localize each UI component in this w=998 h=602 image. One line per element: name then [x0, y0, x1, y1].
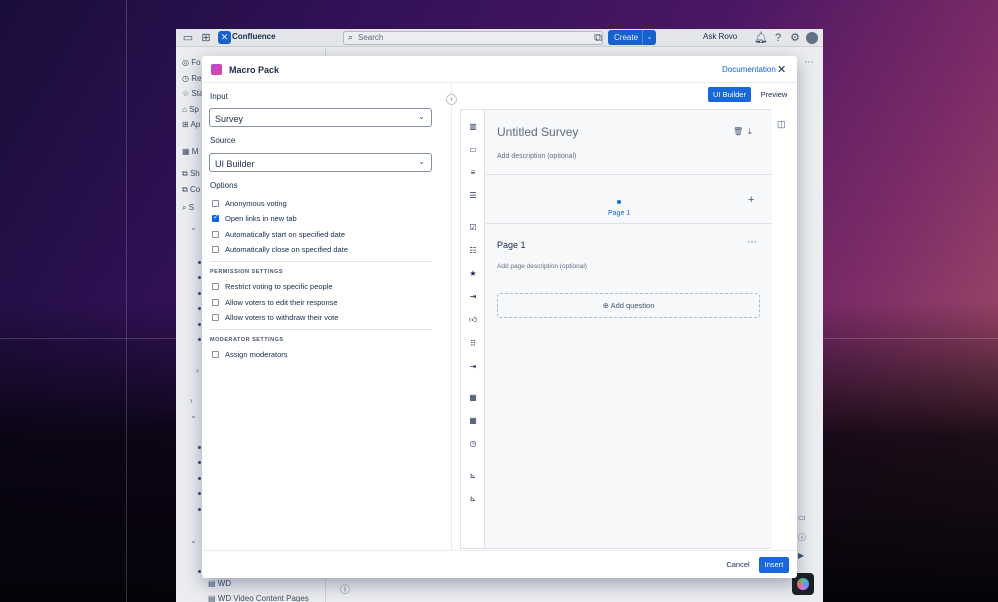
permission-settings-title: PERMISSION SETTINGS: [210, 269, 284, 275]
cancel-button[interactable]: Cancel: [722, 557, 754, 573]
comment-icon[interactable]: ▭: [798, 513, 806, 522]
checkbox[interactable]: [212, 351, 219, 358]
add-page-icon[interactable]: +: [748, 194, 754, 206]
indent-icon[interactable]: ⇥: [467, 291, 479, 303]
page-indicator-dot: [617, 200, 621, 204]
page-heading[interactable]: Page 1: [497, 240, 526, 250]
survey-description-input[interactable]: Add description (optional): [497, 153, 576, 160]
multi-checklist-icon[interactable]: ☷: [467, 245, 479, 257]
settings-pane: Input Survey ⌄ Source UI Builder ⌄ Optio…: [202, 83, 452, 550]
checkbox[interactable]: [212, 246, 219, 253]
survey-title-input[interactable]: Untitled Survey: [497, 125, 578, 139]
close-icon[interactable]: ✕: [777, 63, 786, 76]
more-actions-icon[interactable]: ⋯: [747, 237, 757, 248]
source-select-value: UI Builder: [215, 159, 255, 169]
list-icon[interactable]: ☰: [467, 190, 479, 202]
side-panel-icon[interactable]: ◫: [777, 119, 786, 130]
survey-canvas: Untitled Survey 🗑︎ ⤓ Add description (op…: [486, 110, 772, 548]
macro-pack-dialog: Macro Pack Documentation ✕ Input Survey …: [202, 56, 797, 578]
text-lines-icon[interactable]: ≡: [467, 167, 479, 179]
thumbs-up-icon[interactable]: 👍︎: [467, 314, 479, 326]
checkbox-label: Anonymous voting: [225, 199, 287, 208]
chevron-down-icon: ⌄: [418, 112, 425, 121]
checkbox[interactable]: [212, 314, 219, 321]
page-description-input[interactable]: Add page description (optional): [497, 263, 587, 270]
macro-pack-logo-icon: [211, 64, 222, 75]
checkbox-label: Restrict voting to specific people: [225, 282, 333, 291]
video-icon[interactable]: ▶: [798, 551, 804, 560]
dialog-title: Macro Pack: [229, 65, 280, 75]
download-icon[interactable]: ⤓: [748, 127, 752, 137]
indent-alt-icon[interactable]: ⇥: [467, 361, 479, 373]
question-type-toolbar: ▥ ▭ ≡ ☰ ☑ ☷ ★ ⇥ 👍︎ ⠿ ⇥ ▦ ▦ ◷ ⊾ ⊾: [461, 110, 485, 548]
checklist-icon[interactable]: ☑: [467, 222, 479, 234]
page-tab[interactable]: Page 1: [608, 210, 630, 217]
divider: [486, 174, 772, 175]
add-question-button[interactable]: ⊕ Add question: [497, 293, 760, 318]
checkbox[interactable]: [212, 213, 219, 222]
dialog-header: Macro Pack Documentation ✕: [202, 56, 797, 83]
grip-icon[interactable]: ⠿: [467, 338, 479, 350]
documentation-link[interactable]: Documentation: [722, 65, 776, 74]
input-select-value: Survey: [215, 114, 244, 124]
tab-preview[interactable]: Preview: [758, 87, 790, 102]
input-select[interactable]: Survey ⌄: [209, 108, 432, 127]
chevron-down-icon: ⌄: [418, 157, 425, 166]
plus-icon: ⊕: [602, 301, 611, 310]
divider: [486, 223, 772, 224]
add-question-label: Add question: [610, 301, 655, 310]
insert-button[interactable]: Insert: [759, 557, 789, 573]
folder-icon[interactable]: ▭: [467, 144, 479, 156]
options-label: Options: [210, 181, 238, 190]
calendar-alt-icon[interactable]: ▦: [467, 415, 479, 427]
moderator-settings-title: MODERATOR SETTINGS: [210, 337, 284, 343]
checkbox-label: Open links in new tab: [225, 214, 297, 223]
survey-builder: ▥ ▭ ≡ ☰ ☑ ☷ ★ ⇥ 👍︎ ⠿ ⇥ ▦ ▦ ◷ ⊾ ⊾ Untitle…: [460, 109, 772, 549]
divider: [210, 329, 432, 330]
clock-icon[interactable]: ◷: [467, 438, 479, 450]
rovo-logo-icon: [797, 578, 809, 590]
scale-icon[interactable]: ⊾: [467, 470, 479, 482]
checkbox[interactable]: [212, 200, 219, 207]
calendar-icon[interactable]: ▦: [467, 392, 479, 404]
tab-ui-builder[interactable]: UI Builder: [708, 87, 751, 102]
trash-icon[interactable]: 🗑︎: [733, 127, 743, 136]
scale-alt-icon[interactable]: ⊾: [467, 493, 479, 505]
dialog-footer: Cancel Insert: [202, 550, 797, 578]
checkbox[interactable]: [212, 283, 219, 290]
checkbox-label: Automatically close on specified date: [225, 245, 348, 254]
source-label: Source: [210, 136, 236, 145]
checkbox[interactable]: [212, 231, 219, 238]
checkbox-label: Assign moderators: [225, 350, 288, 359]
checkbox-label: Automatically start on specified date: [225, 230, 346, 239]
checkbox-label: Allow voters to withdraw their vote: [225, 313, 339, 322]
checkbox[interactable]: [212, 299, 219, 306]
input-label: Input: [210, 92, 228, 101]
background-line: [126, 0, 127, 602]
star-icon[interactable]: ★: [467, 268, 479, 280]
divider: [210, 261, 432, 262]
source-select[interactable]: UI Builder ⌄: [209, 153, 432, 172]
bar-chart-icon[interactable]: ▥: [467, 121, 479, 133]
checkbox-label: Allow voters to edit their response: [225, 298, 338, 307]
info-icon[interactable]: ⓘ: [798, 532, 806, 543]
